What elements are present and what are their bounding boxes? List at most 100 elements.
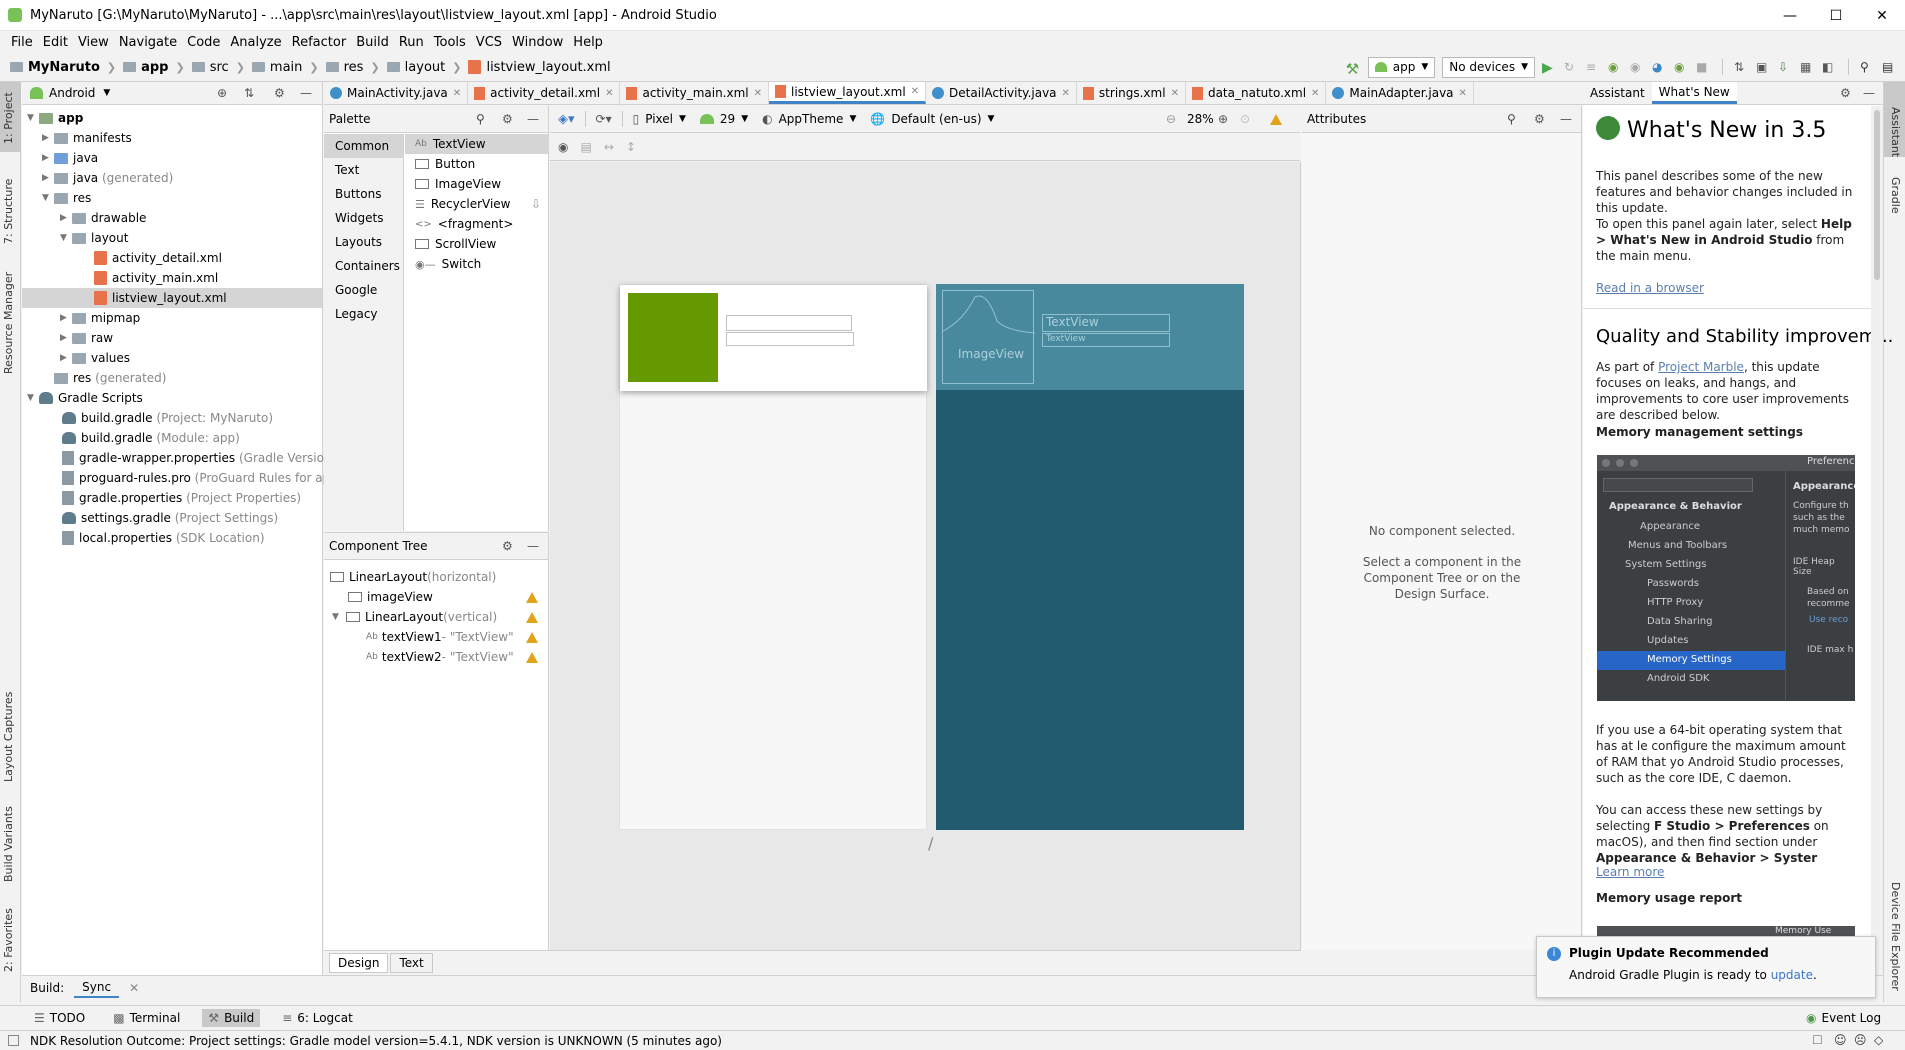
tab-design[interactable]: Design — [329, 953, 389, 973]
palette-cat-containers[interactable]: Containers — [324, 254, 403, 278]
tab-activity-main[interactable]: activity_main.xml ✕ — [620, 82, 770, 104]
sdk-manager-icon[interactable]: ⇩ — [1778, 60, 1793, 75]
tree-item-raw[interactable]: ▶ raw — [60, 328, 113, 348]
close-icon[interactable]: ✕ — [605, 88, 613, 99]
menu-view[interactable]: View — [73, 35, 114, 50]
palette-cat-layouts[interactable]: Layouts — [324, 230, 403, 254]
tree-item-local-properties[interactable]: local.properties (SDK Location) — [62, 528, 265, 548]
tab-data-natuto[interactable]: data_natuto.xml ✕ — [1186, 82, 1327, 104]
menu-edit[interactable]: Edit — [38, 35, 73, 50]
hide-icon[interactable]: — — [1863, 86, 1875, 100]
tool-project[interactable]: 1: Project — [2, 92, 15, 144]
preview-textview-2[interactable] — [726, 332, 854, 346]
tree-node-imageview[interactable]: imageView — [348, 587, 544, 607]
tool-build[interactable]: ⚒ Build — [202, 1009, 261, 1027]
tree-item-java-generated[interactable]: ▶ java (generated) — [42, 168, 173, 188]
warning-icon[interactable] — [526, 591, 538, 603]
gear-icon[interactable]: ⚙ — [1534, 112, 1545, 126]
tree-item-res-generated[interactable]: res (generated) — [54, 368, 166, 388]
tree-item-gradle-scripts[interactable]: ▼ Gradle Scripts — [27, 388, 143, 408]
tree-item-mipmap[interactable]: ▶ mipmap — [60, 308, 140, 328]
device-icon[interactable]: ◧ — [1822, 60, 1837, 75]
palette-cat-text[interactable]: Text — [324, 158, 403, 182]
close-icon[interactable]: ✕ — [1459, 88, 1467, 99]
tool-assistant[interactable]: Assistant — [1889, 107, 1902, 157]
menu-file[interactable]: File — [6, 35, 38, 50]
tree-item-gradle-wrapper[interactable]: gradle-wrapper.properties (Gradle Versio… — [62, 448, 336, 468]
palette-cat-google[interactable]: Google — [324, 278, 403, 302]
tool-build-variants[interactable]: Build Variants — [2, 806, 15, 882]
menu-tools[interactable]: Tools — [429, 35, 471, 50]
expand-horizontal-icon[interactable]: ↔ — [604, 140, 614, 154]
tool-structure[interactable]: 7: Structure — [2, 179, 15, 244]
sync-icon[interactable]: ⇅ — [1734, 60, 1749, 75]
project-structure-icon[interactable]: ▦ — [1800, 60, 1815, 75]
tree-item-java[interactable]: ▶ java — [42, 148, 98, 168]
search-icon[interactable]: ⚲ — [1860, 60, 1875, 75]
gear-icon[interactable]: ⚙ — [502, 539, 513, 553]
tree-item-settings-gradle[interactable]: settings.gradle (Project Settings) — [62, 508, 278, 528]
tab-text[interactable]: Text — [390, 953, 433, 973]
tab-activity-detail[interactable]: activity_detail.xml ✕ — [468, 82, 621, 104]
eye-icon[interactable]: ◉ — [558, 140, 568, 154]
feedback-happy-icon[interactable]: ☺ — [1834, 1033, 1847, 1047]
tab-assistant[interactable]: Assistant — [1583, 82, 1652, 104]
attach-debugger-icon[interactable]: ◉ — [1630, 60, 1645, 75]
tree-node-textview1[interactable]: Ab textView1- "TextView" — [366, 627, 544, 647]
design-canvas[interactable]: ImageView TextView TextView ∕ — [550, 162, 1301, 950]
notifications-icon[interactable]: ◇ — [1874, 1033, 1883, 1047]
palette-item-button[interactable]: Button — [405, 154, 549, 174]
tool-favorites[interactable]: 2: Favorites — [2, 908, 15, 972]
design-surface-icon[interactable]: ◈▾ — [558, 112, 575, 127]
resize-handle-icon[interactable]: ∕ — [928, 834, 933, 853]
menu-refactor[interactable]: Refactor — [287, 35, 352, 50]
chevron-down-icon[interactable]: ▼ — [103, 88, 110, 98]
tab-detailactivity[interactable]: DetailActivity.java ✕ — [926, 82, 1077, 104]
breadcrumb-project[interactable]: MyNaruto — [28, 60, 100, 75]
blueprint-preview[interactable]: ImageView TextView TextView — [936, 284, 1244, 830]
run-config-select[interactable]: app ▼ — [1367, 56, 1436, 78]
palette-cat-widgets[interactable]: Widgets — [324, 206, 403, 230]
tree-item-layout[interactable]: ▼ layout — [60, 228, 128, 248]
palette-item-recyclerview[interactable]: ☰ RecyclerView ⇩ — [405, 194, 549, 214]
download-icon[interactable]: ⇩ — [531, 197, 541, 211]
search-icon[interactable]: ⚲ — [476, 112, 485, 126]
gear-icon[interactable]: ⚙ — [1840, 86, 1851, 100]
palette-item-textview[interactable]: Ab TextView — [405, 134, 549, 154]
menu-window[interactable]: Window — [507, 35, 568, 50]
tab-sync[interactable]: Sync — [74, 978, 120, 998]
tool-gradle[interactable]: Gradle — [1889, 177, 1902, 214]
tool-resource-manager[interactable]: Resource Manager — [2, 272, 15, 374]
read-in-browser-link[interactable]: Read in a browser — [1596, 280, 1704, 296]
tab-mainactivity[interactable]: MainActivity.java ✕ — [324, 82, 469, 104]
tree-item-activity-main[interactable]: activity_main.xml — [94, 268, 218, 288]
palette-item-switch[interactable]: ◉— Switch — [405, 254, 549, 274]
attach-icon[interactable]: ◉ — [1674, 60, 1689, 75]
close-icon[interactable]: ✕ — [1171, 88, 1179, 99]
menu-build[interactable]: Build — [351, 35, 394, 50]
close-icon[interactable]: ✕ — [129, 981, 139, 995]
palette-cat-buttons[interactable]: Buttons — [324, 182, 403, 206]
palette-cat-legacy[interactable]: Legacy — [324, 302, 403, 326]
palette-item-fragment[interactable]: <> <fragment> — [405, 214, 549, 234]
tab-listview-layout[interactable]: listview_layout.xml ✕ — [769, 82, 927, 104]
breadcrumb-main[interactable]: main — [270, 60, 302, 75]
device-select[interactable]: No devices ▼ — [1442, 56, 1535, 78]
close-button[interactable]: ✕ — [1859, 0, 1905, 31]
menu-code[interactable]: Code — [182, 35, 225, 50]
gear-icon[interactable]: ⚙ — [274, 86, 285, 100]
close-icon[interactable]: ✕ — [453, 88, 461, 99]
hide-icon[interactable]: — — [527, 539, 539, 553]
tree-item-build-gradle-project[interactable]: build.gradle (Project: MyNaruto) — [62, 408, 273, 428]
breadcrumb-app[interactable]: app — [141, 60, 168, 75]
tree-node-linearlayout-horizontal[interactable]: LinearLayout (horizontal) — [330, 567, 544, 587]
device-select[interactable]: Pixel — [645, 112, 673, 126]
tree-item-app[interactable]: ▼ app — [27, 108, 83, 128]
tree-item-res[interactable]: ▼ res — [42, 188, 91, 208]
apply-changes-icon[interactable]: ≡ — [1586, 60, 1601, 75]
debug-icon[interactable]: ◉ — [1608, 60, 1623, 75]
zoom-in-icon[interactable]: ⊕ — [1218, 112, 1228, 126]
palette-cat-common[interactable]: Common — [324, 134, 403, 158]
warning-icon[interactable] — [1270, 114, 1282, 125]
menu-vcs[interactable]: VCS — [471, 35, 507, 50]
